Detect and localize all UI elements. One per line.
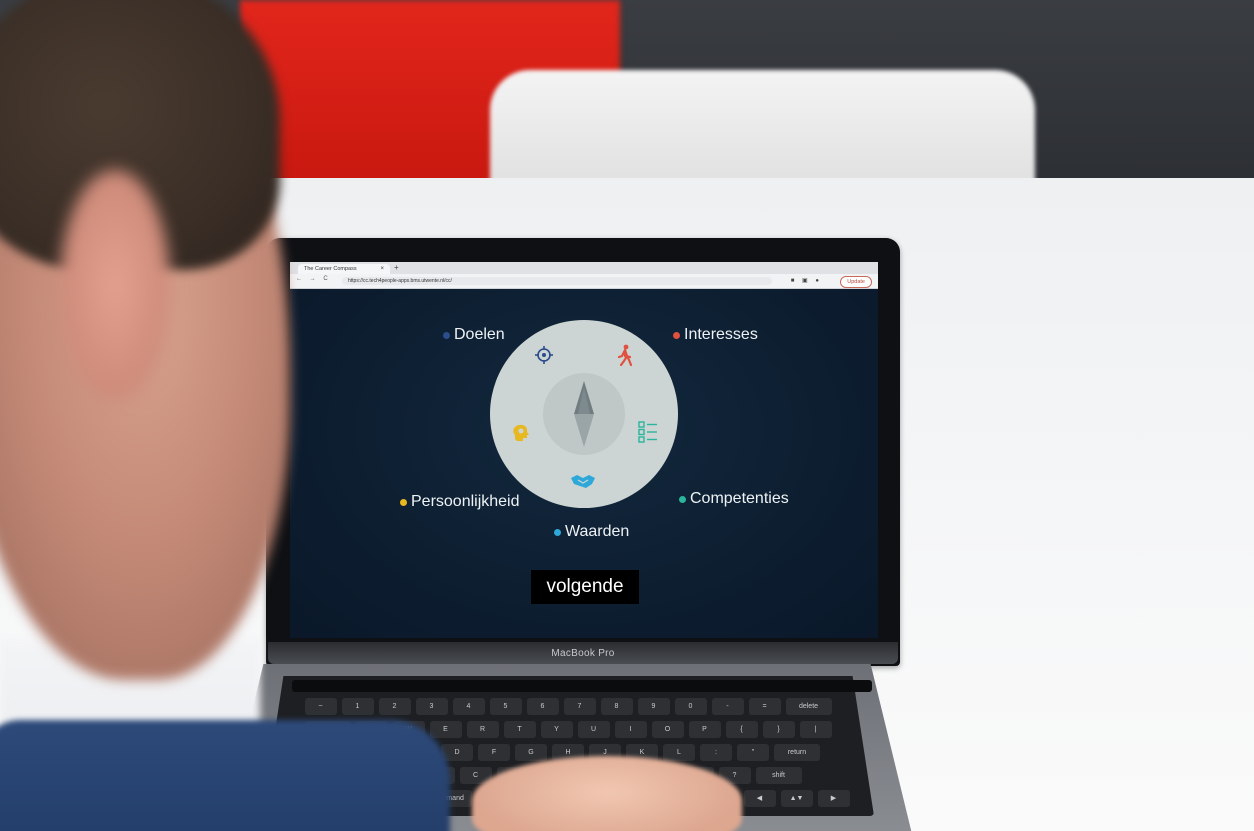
keyboard-key[interactable]: 8 [600, 698, 633, 715]
person-ear [60, 170, 170, 400]
keyboard-key[interactable]: ▲▼ [780, 790, 813, 807]
person-jacket [0, 720, 450, 831]
keyboard-key[interactable]: shift [755, 767, 802, 784]
nav-buttons[interactable]: ← → C [296, 276, 331, 282]
competenties-dot [679, 495, 686, 503]
keyboard-key[interactable]: 9 [637, 698, 670, 715]
checklist-icon[interactable] [638, 421, 658, 443]
head-gears-icon[interactable] [511, 423, 531, 443]
keyboard-key[interactable]: R [466, 721, 499, 738]
career-compass-app: Doelen Interesses Persoonlijkheid Compet… [290, 289, 878, 638]
laptop-hinge: MacBook Pro [268, 642, 898, 664]
keyboard-key[interactable]: I [614, 721, 647, 738]
doelen-dot [443, 331, 450, 339]
keyboard-key[interactable]: = [748, 698, 781, 715]
interesses-text: Interesses [684, 326, 758, 343]
keyboard-key[interactable]: return [774, 744, 820, 761]
next-button[interactable]: volgende [531, 570, 639, 604]
waarden-text: Waarden [565, 523, 630, 540]
keyboard-key[interactable]: E [429, 721, 462, 738]
photo-scene: The Career Compass × + ← → C https://cc.… [0, 0, 1254, 831]
competenties-text: Competenties [690, 490, 789, 507]
keyboard-key[interactable]: ◀ [743, 790, 776, 807]
keyboard-key[interactable]: 2 [378, 698, 411, 715]
browser-toolbar: ← → C https://cc.tech4people-apps.bms.ut… [290, 274, 878, 289]
keyboard-key[interactable]: U [577, 721, 610, 738]
label-competenties[interactable]: Competenties [679, 490, 789, 508]
browser-tab-strip: The Career Compass × + [290, 262, 878, 274]
keyboard-key[interactable]: : [700, 744, 732, 761]
update-button[interactable]: Update [840, 276, 872, 288]
keyboard-key[interactable]: 3 [415, 698, 448, 715]
keyboard-key[interactable]: 4 [452, 698, 485, 715]
keyboard-key[interactable]: 0 [674, 698, 707, 715]
keyboard-key[interactable]: O [651, 721, 684, 738]
keyboard-key[interactable]: F [478, 744, 510, 761]
keyboard-key[interactable]: - [711, 698, 744, 715]
persoonlijkheid-text: Persoonlijkheid [411, 493, 520, 510]
new-tab-icon[interactable]: + [394, 263, 399, 272]
keyboard-key[interactable]: } [762, 721, 795, 738]
keyboard-key[interactable]: G [515, 744, 547, 761]
label-doelen[interactable]: Doelen [443, 326, 505, 344]
extension-icons[interactable]: ■ ▣ ● [791, 277, 822, 284]
label-persoonlijkheid[interactable]: Persoonlijkheid [400, 493, 520, 511]
keyboard-key[interactable]: 6 [526, 698, 559, 715]
close-icon[interactable]: × [380, 264, 384, 274]
keyboard-key[interactable]: { [725, 721, 758, 738]
browser-tab[interactable]: The Career Compass × [298, 264, 390, 274]
keyboard-key[interactable]: T [503, 721, 536, 738]
address-bar[interactable]: https://cc.tech4people-apps.bms.utwente.… [342, 277, 772, 285]
target-icon[interactable] [535, 346, 553, 364]
waarden-dot [554, 528, 561, 536]
keyboard-key[interactable]: Y [540, 721, 573, 738]
keyboard-key[interactable]: | [799, 721, 832, 738]
keyboard-key[interactable]: 1 [341, 698, 374, 715]
keyboard-key[interactable]: " [737, 744, 769, 761]
laptop-brand: MacBook Pro [551, 648, 615, 659]
laptop-screen: The Career Compass × + ← → C https://cc.… [290, 262, 878, 638]
touch-bar[interactable] [292, 680, 872, 692]
keyboard-row: ~1 2 3 4 5 6 7 8 9 0- = delete [262, 698, 874, 715]
keyboard-key[interactable]: L [663, 744, 695, 761]
label-waarden[interactable]: Waarden [554, 523, 629, 541]
interesses-dot [673, 331, 680, 339]
doelen-text: Doelen [454, 326, 505, 343]
label-interesses[interactable]: Interesses [673, 326, 758, 344]
keyboard-key[interactable]: ▶ [817, 790, 850, 807]
keyboard-key[interactable]: 5 [489, 698, 522, 715]
keyboard-key[interactable]: delete [785, 698, 832, 715]
keyboard-key[interactable]: 7 [563, 698, 596, 715]
tab-title: The Career Compass [304, 266, 357, 272]
handshake-icon[interactable] [570, 472, 596, 490]
persoonlijkheid-dot [400, 498, 407, 506]
keyboard-key[interactable]: ~ [304, 698, 337, 715]
keyboard-key[interactable]: P [688, 721, 721, 738]
walking-person-icon[interactable] [616, 344, 634, 366]
compass-needle-icon [574, 381, 594, 447]
